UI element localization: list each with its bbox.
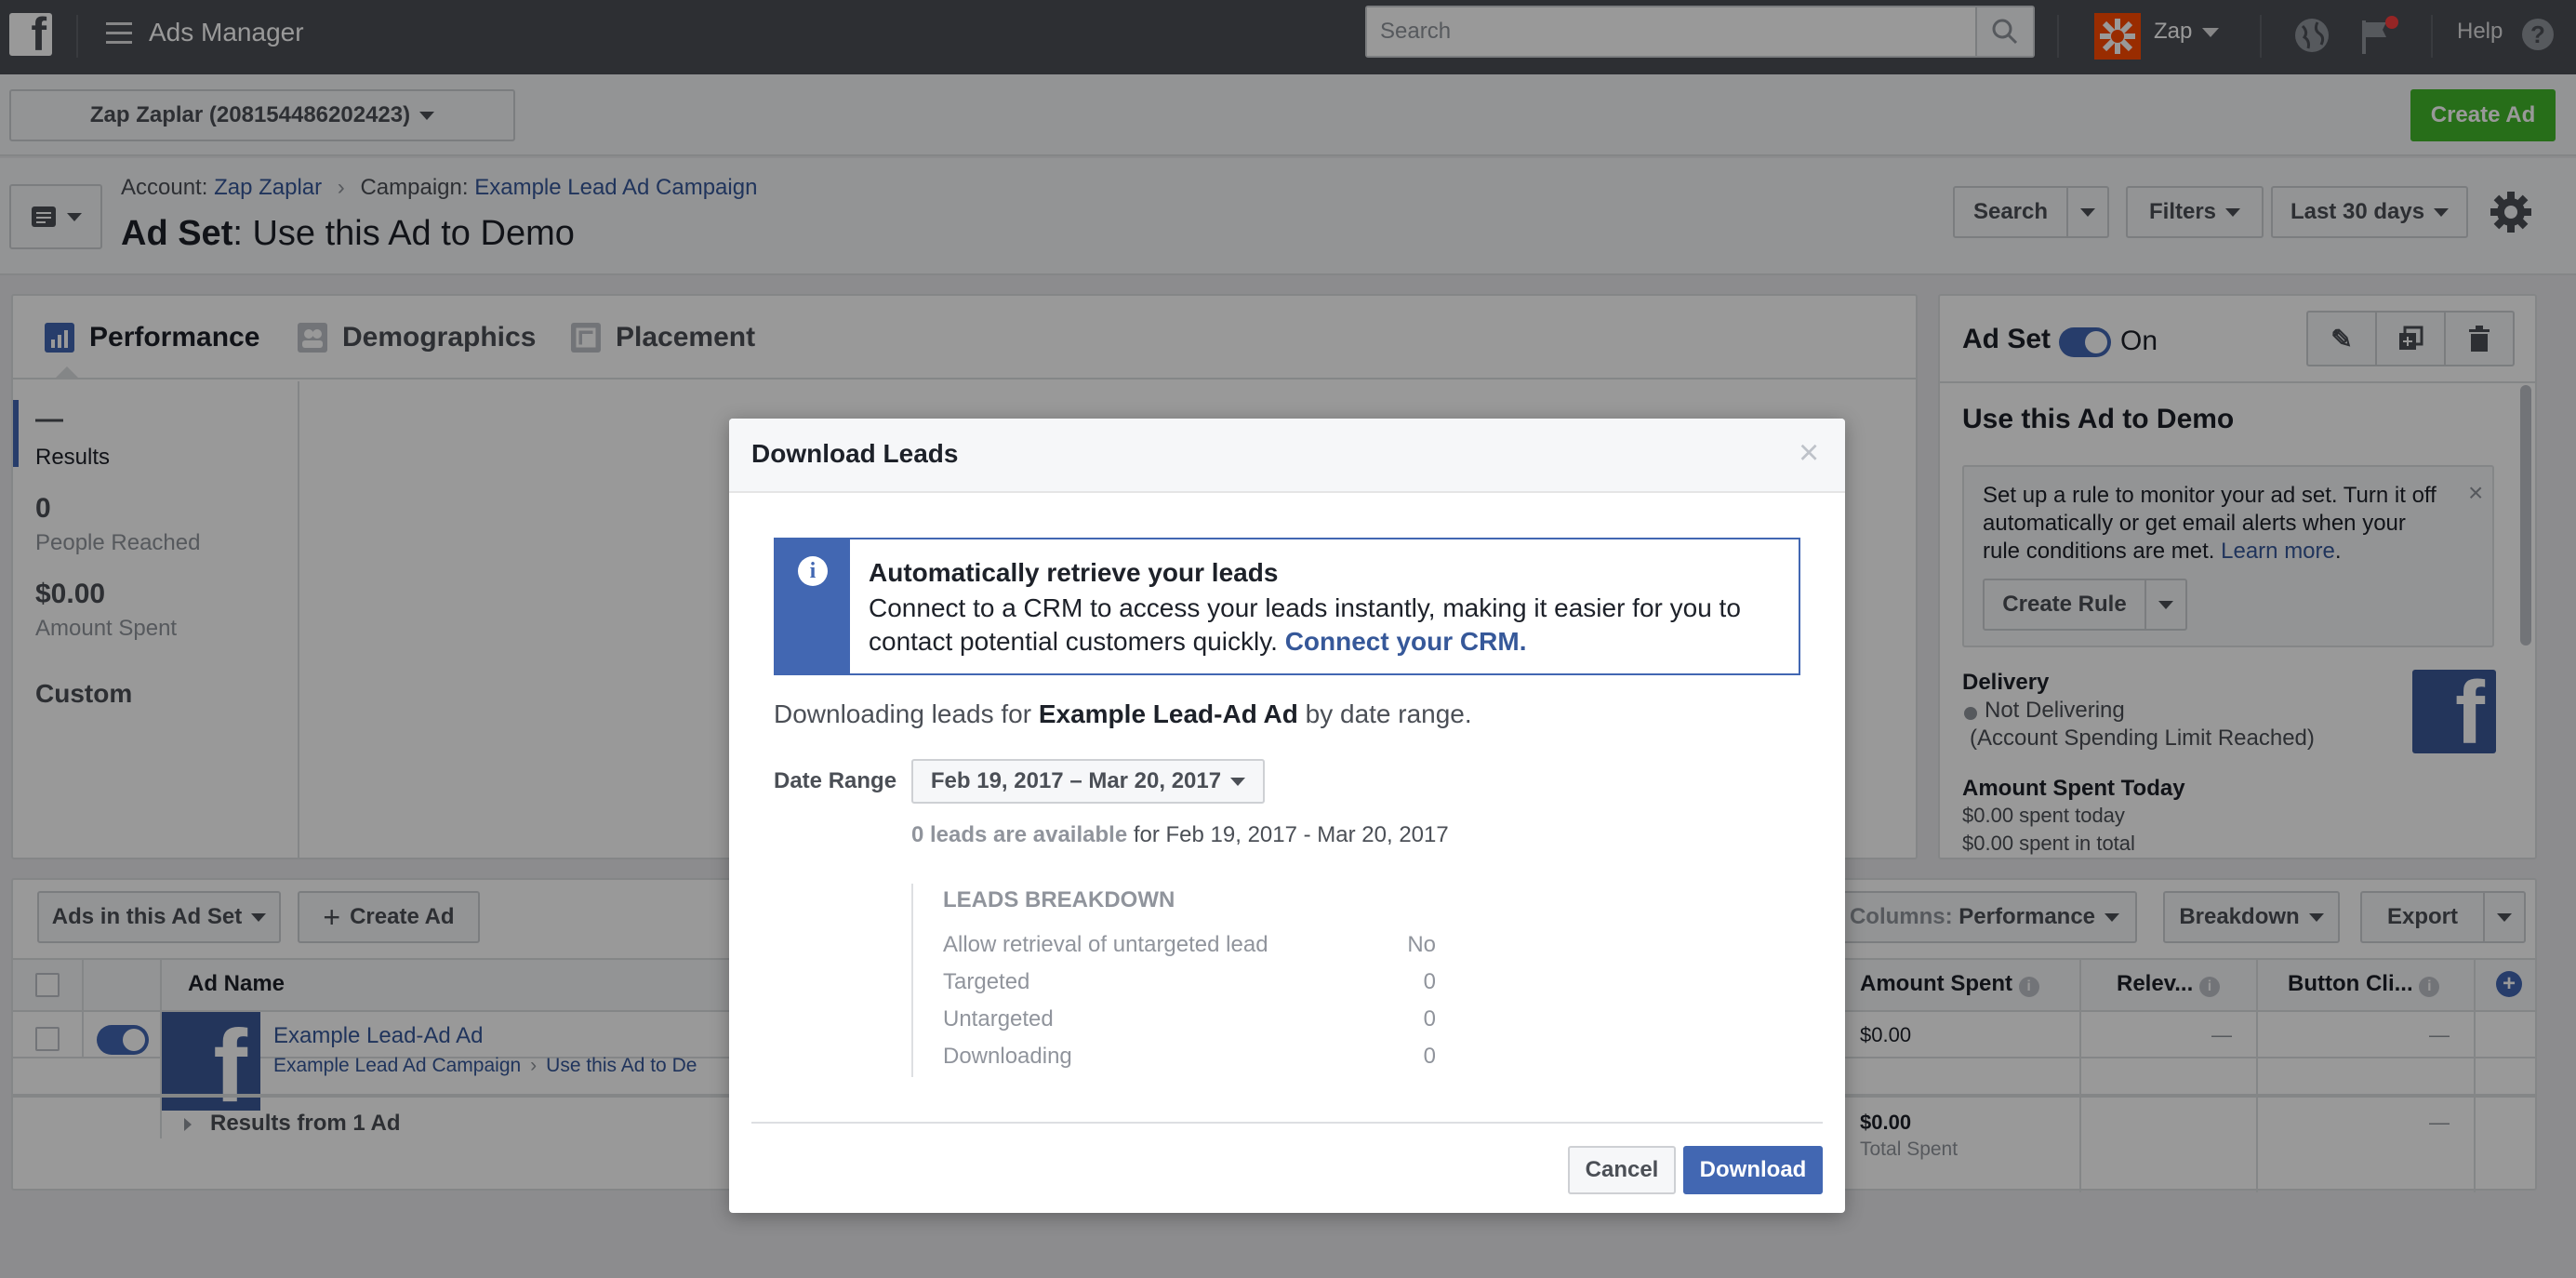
breakdown-value: No bbox=[1407, 932, 1436, 957]
divider bbox=[911, 884, 913, 1077]
download-leads-dialog: Download Leads × i Automatically retriev… bbox=[729, 419, 1845, 1213]
info-strip: i bbox=[776, 539, 850, 673]
downloading-ad-name: Example Lead-Ad Ad bbox=[1038, 699, 1298, 728]
dialog-title: Download Leads bbox=[751, 439, 959, 468]
date-range-value: Feb 19, 2017 – Mar 20, 2017 bbox=[930, 768, 1222, 793]
close-icon[interactable]: × bbox=[1799, 433, 1819, 473]
availability-range: for Feb 19, 2017 - Mar 20, 2017 bbox=[1133, 822, 1449, 847]
downloading-suffix: by date range. bbox=[1305, 699, 1472, 728]
download-button[interactable]: Download bbox=[1683, 1146, 1823, 1194]
breakdown-value: 0 bbox=[1423, 1006, 1436, 1032]
availability-text: 0 leads are available for Feb 19, 2017 -… bbox=[911, 822, 1449, 848]
breakdown-value: 0 bbox=[1423, 969, 1436, 994]
date-range-label: Date Range bbox=[774, 768, 897, 793]
chevron-down-icon bbox=[1230, 777, 1246, 786]
connect-crm-link[interactable]: Connect your CRM. bbox=[1285, 627, 1527, 656]
info-title: Automatically retrieve your leads bbox=[869, 558, 1279, 587]
info-text: Connect to a CRM to access your leads in… bbox=[869, 592, 1789, 659]
breakdown-label: Untargeted bbox=[943, 1006, 1054, 1032]
breakdown-value: 0 bbox=[1423, 1044, 1436, 1069]
downloading-text: Downloading leads for Example Lead-Ad Ad… bbox=[774, 699, 1472, 729]
availability-count: 0 leads are available bbox=[911, 822, 1128, 847]
info-icon: i bbox=[798, 556, 828, 586]
crm-info-box: i Automatically retrieve your leads Conn… bbox=[774, 538, 1800, 675]
date-range-selector[interactable]: Feb 19, 2017 – Mar 20, 2017 bbox=[911, 759, 1265, 804]
cancel-button[interactable]: Cancel bbox=[1568, 1146, 1676, 1194]
divider bbox=[751, 1122, 1823, 1124]
downloading-prefix: Downloading leads for bbox=[774, 699, 1032, 728]
breakdown-label: Allow retrieval of untargeted lead bbox=[943, 932, 1268, 957]
breakdown-label: Targeted bbox=[943, 969, 1030, 994]
breakdown-label: Downloading bbox=[943, 1044, 1072, 1069]
breakdown-title: LEADS BREAKDOWN bbox=[943, 887, 1175, 912]
